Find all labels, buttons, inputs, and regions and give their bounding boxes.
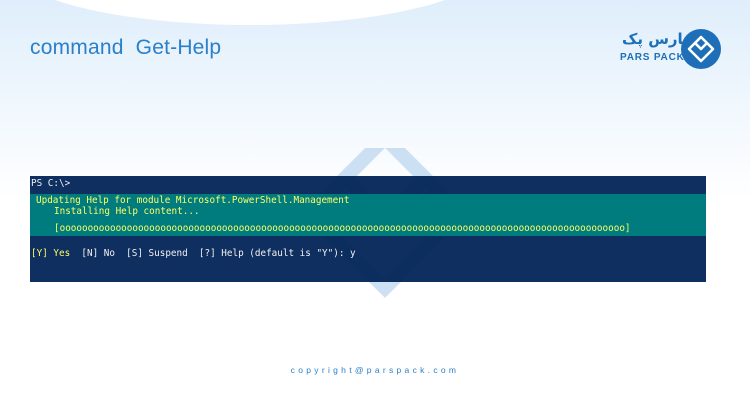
powershell-console: PS C:\> Updating Help for module Microso… [30, 176, 706, 282]
logo-persian-text: پارس پک [622, 30, 689, 48]
console-prompt: PS C:\> [31, 178, 71, 189]
choice-yes: [Y] Yes [31, 248, 71, 259]
slide-title: command Get-Help [30, 36, 222, 59]
progress-status: Installing Help content... [54, 206, 200, 217]
parspack-logo: پارس پک PARS PACK [618, 28, 722, 70]
progress-panel: Updating Help for module Microsoft.Power… [30, 194, 706, 223]
diamond-heart-icon [681, 29, 721, 69]
progress-bar: [ooooooooooooooooooooooooooooooooooooooo… [54, 223, 631, 234]
logo-latin-text: PARS PACK [620, 52, 685, 63]
copyright-footer: copyright@parspack.com [290, 365, 460, 375]
progress-activity: Updating Help for module Microsoft.Power… [36, 195, 350, 206]
choice-rest: [N] No [S] Suspend [?] Help (default is … [70, 248, 356, 259]
progress-bar-row: [ooooooooooooooooooooooooooooooooooooooo… [30, 223, 706, 236]
confirmation-choices: [Y] Yes [N] No [S] Suspend [?] Help (def… [31, 248, 356, 259]
